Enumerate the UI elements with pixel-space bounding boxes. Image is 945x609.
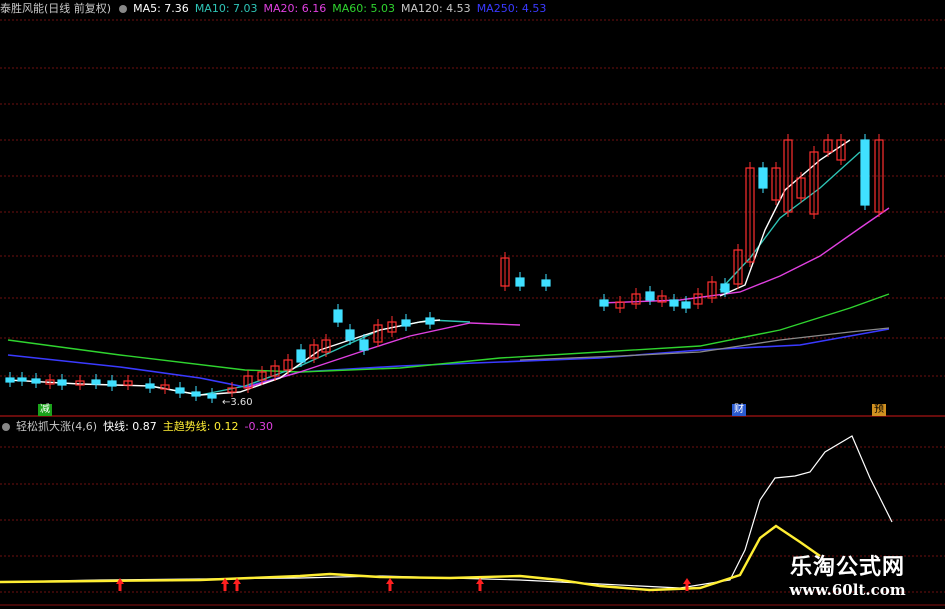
candle-down (333, 309, 343, 323)
buy-signal-arrow-stem (685, 584, 689, 591)
trend-line (0, 524, 821, 592)
candle-down (91, 379, 101, 385)
candle-down (425, 317, 435, 325)
trend-line-label: 主趋势线: 0.12 (162, 420, 239, 433)
ma60-label: MA60: 5.03 (332, 2, 395, 15)
candle-down (5, 377, 15, 383)
candle-down (681, 301, 691, 309)
finance-badge[interactable]: 财 (732, 404, 746, 416)
sub-panel-header: 轻松抓大涨(4,6) 快线: 0.87 主趋势线: 0.12 -0.30 (0, 418, 279, 434)
fast-line-label: 快线: 0.87 (103, 420, 157, 433)
buy-signal-arrow-stem (223, 584, 227, 591)
ma250-label: MA250: 4.53 (476, 2, 547, 15)
watermark: 乐淘公式网 www.60lt.com (750, 549, 945, 609)
reduce-badge[interactable]: 减 (38, 404, 52, 416)
buy-signal-arrow-stem (388, 584, 392, 591)
low-price-label: ←3.60 (222, 397, 253, 408)
candle-down (175, 387, 185, 394)
candle-down (541, 279, 551, 287)
candle-down (191, 391, 201, 397)
candle-down (515, 277, 525, 287)
ma5-line (7, 319, 441, 396)
buy-signal-arrow (386, 578, 394, 584)
watermark-brand: 乐淘公式网 (789, 555, 905, 580)
ma10-label: MA10: 7.03 (194, 2, 258, 15)
buy-signal-arrow (683, 578, 691, 584)
candle-down (401, 319, 411, 327)
candle-down (860, 139, 870, 206)
indicator-title: 轻松抓大涨(4,6) (16, 420, 98, 433)
main-panel-header: 泰胜风能(日线 前复权) MA5: 7.36 MA10: 7.03 MA20: 6.1… (0, 0, 552, 16)
ma120-line (519, 327, 890, 361)
candle-down (31, 378, 41, 384)
ma10-line (719, 151, 861, 291)
buy-signal-arrow-stem (235, 584, 239, 591)
candle-down (57, 379, 67, 386)
stock-chart-canvas[interactable]: ←3.60 (0, 0, 945, 609)
buy-signal-arrow-stem (118, 584, 122, 591)
indicator-settings-dot-icon[interactable] (2, 423, 10, 431)
candle-down (145, 383, 155, 389)
candle-down (758, 167, 768, 189)
candle-down (345, 329, 355, 341)
ma5-line (719, 139, 851, 297)
settings-dot-icon[interactable] (119, 5, 128, 13)
candle-down (359, 339, 369, 351)
ma5-label: MA5: 7.36 (133, 2, 189, 15)
candle-down (669, 299, 679, 307)
diff-label: -0.30 (244, 420, 273, 433)
buy-signal-arrow-stem (478, 584, 482, 591)
ma120-label: MA120: 4.53 (400, 2, 471, 15)
stock-title: 泰胜风能(日线 前复权) (0, 2, 112, 15)
candle-down (720, 283, 730, 293)
candle-down (645, 291, 655, 301)
candle-down (599, 299, 609, 307)
watermark-url: www.60lt.com (789, 581, 906, 599)
ma20-label: MA20: 6.16 (263, 2, 327, 15)
ma60-line (7, 293, 890, 373)
candle-down (107, 380, 117, 387)
report-badge[interactable]: 预 (872, 404, 886, 416)
candle-down (296, 349, 306, 363)
candle-down (207, 393, 217, 399)
candle-down (17, 377, 27, 382)
